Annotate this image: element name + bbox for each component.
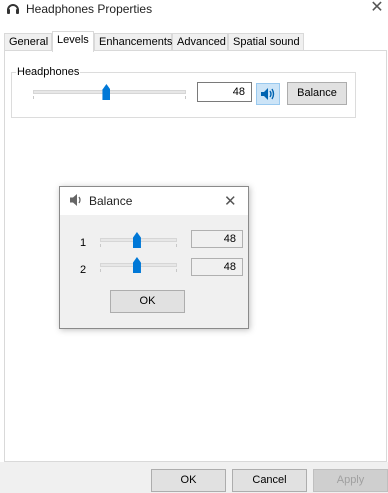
tab-enhancements[interactable]: Enhancements [94,33,172,51]
balance-button[interactable]: Balance [287,82,347,105]
apply-button[interactable]: Apply [313,469,388,492]
channel-1-label: 1 [80,237,87,249]
tab-strip: General Levels Enhancements Advanced Spa… [0,31,388,52]
headphones-group-label: Headphones [16,66,81,78]
speaker-icon [69,193,83,207]
balance-dialog-close-button[interactable]: ✕ [224,192,237,210]
headphones-icon [5,1,21,17]
balance-dialog-title: Balance [89,194,133,208]
balance-dialog: Balance ✕ 1 48 2 48 OK [59,186,249,329]
tab-levels[interactable]: Levels [52,31,94,52]
channel-2-value: 48 [191,258,243,276]
dialog-footer: OK Cancel Apply [0,462,388,493]
ok-button[interactable]: OK [151,469,226,492]
level-value-field[interactable]: 48 [197,82,252,102]
balance-dialog-titlebar: Balance ✕ [60,187,248,215]
mute-toggle-button[interactable] [256,83,280,105]
window-title: Headphones Properties [26,2,153,16]
tab-general[interactable]: General [4,33,52,51]
slider-thumb[interactable] [132,257,141,273]
tab-advanced[interactable]: Advanced [172,33,228,51]
slider-thumb[interactable] [132,232,141,248]
balance-ok-button[interactable]: OK [110,290,185,313]
channel-2-label: 2 [80,264,87,276]
window-close-button[interactable]: ✕ [366,0,388,18]
channel-1-value: 48 [191,230,243,248]
window-titlebar: Headphones Properties ✕ [0,0,388,22]
tab-spatial-sound[interactable]: Spatial sound [228,33,304,51]
cancel-button[interactable]: Cancel [232,469,307,492]
